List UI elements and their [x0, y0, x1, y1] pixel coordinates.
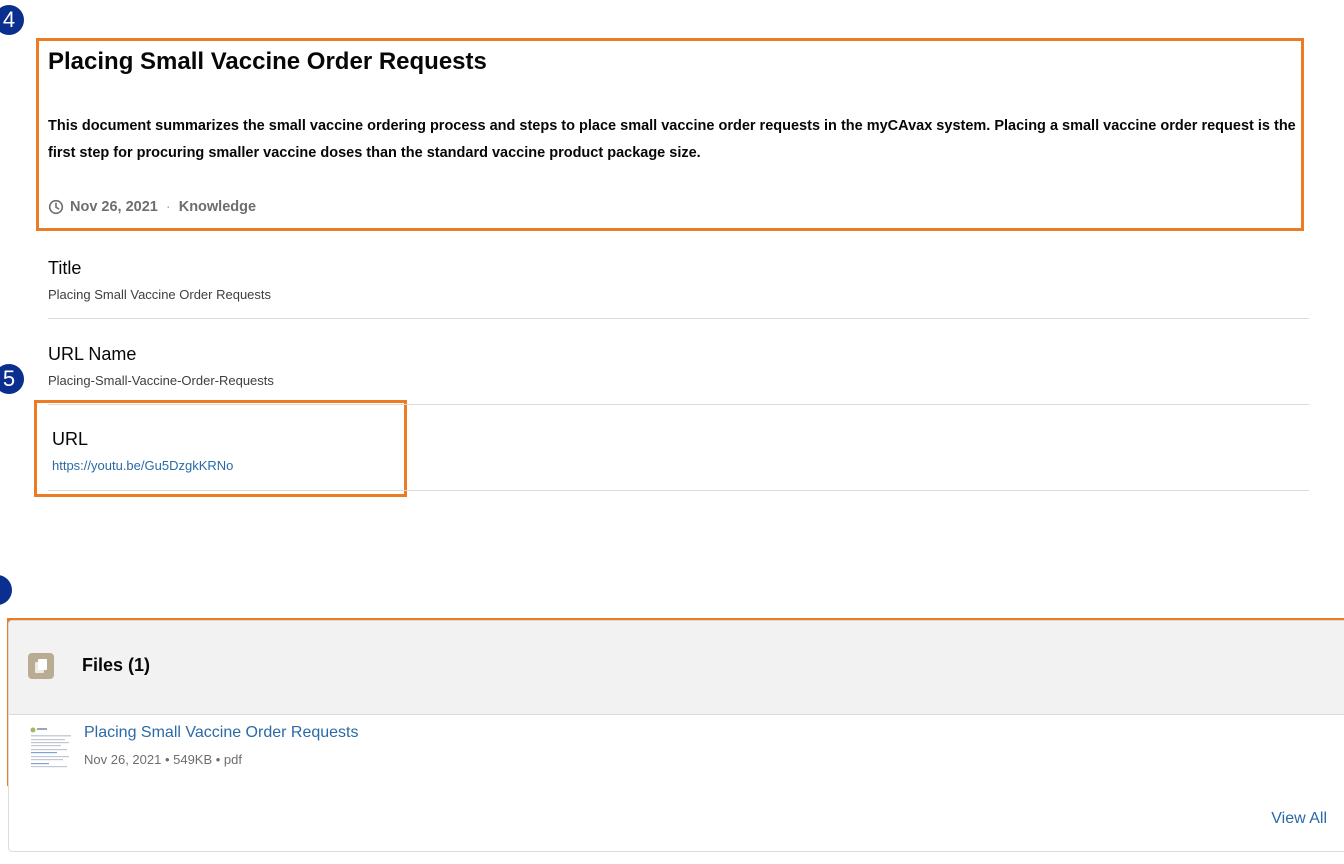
annotation-badge-partial: [0, 575, 12, 605]
file-meta: Nov 26, 2021 • 549KB • pdf: [84, 752, 242, 767]
article-type: Knowledge: [178, 199, 257, 215]
field-url: URL https://youtu.be/Gu5DzgkKRNo: [52, 428, 1313, 474]
files-card: Files (1) Placing Small Vaccine Order Re…: [8, 620, 1344, 852]
field-title-label: Title: [48, 258, 82, 278]
view-all-link[interactable]: View All: [1271, 810, 1327, 828]
divider: [48, 490, 1309, 491]
files-title[interactable]: Files (1): [82, 655, 150, 676]
field-url-name: URL Name Placing-Small-Vaccine-Order-Req…: [48, 343, 1309, 389]
article-date: Nov 26, 2021: [70, 199, 158, 215]
url-link[interactable]: https://youtu.be/Gu5DzgkKRNo: [52, 458, 233, 473]
article-summary: This document summarizes the small vacci…: [48, 118, 1296, 161]
meta-separator: ·: [165, 199, 171, 215]
files-icon: [28, 653, 54, 679]
annotation-badge-5: 5: [0, 364, 24, 394]
divider: [48, 404, 1309, 405]
field-title-value: Placing Small Vaccine Order Requests: [48, 287, 272, 302]
divider: [48, 318, 1309, 319]
article-title: Placing Small Vaccine Order Requests: [48, 48, 487, 75]
field-title: Title Placing Small Vaccine Order Reques…: [48, 257, 1309, 303]
article-meta: Nov 26, 2021 · Knowledge: [48, 196, 256, 218]
file-name-link[interactable]: Placing Small Vaccine Order Requests: [84, 724, 359, 742]
field-url-value: https://youtu.be/Gu5DzgkKRNo: [52, 458, 1313, 474]
field-url-label: URL: [52, 429, 89, 449]
files-header: Files (1): [9, 621, 1344, 715]
clock-icon: [48, 199, 64, 215]
pdf-thumbnail-icon[interactable]: [29, 726, 73, 770]
field-url-name-value: Placing-Small-Vaccine-Order-Requests: [48, 373, 274, 388]
field-url-name-label: URL Name: [48, 344, 137, 364]
annotation-badge-4: 4: [0, 5, 24, 35]
